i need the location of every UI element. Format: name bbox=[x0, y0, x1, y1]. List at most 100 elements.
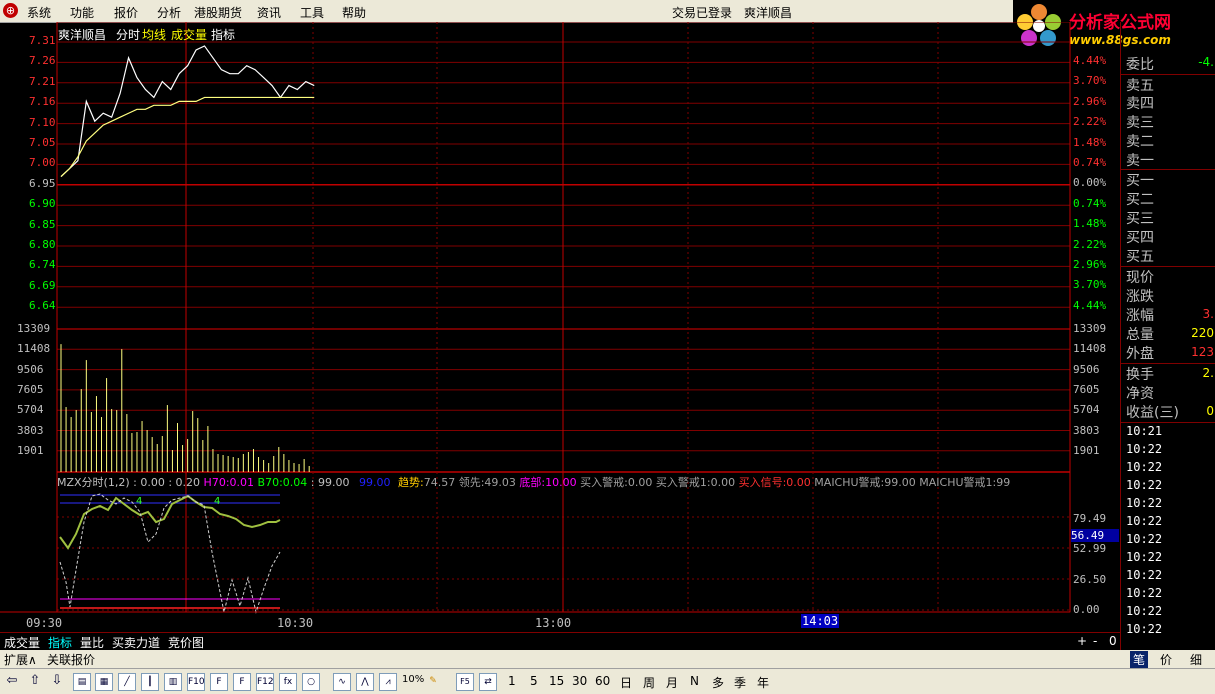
volume-label: 5704 bbox=[17, 403, 44, 417]
menu-item-system[interactable]: 系统 bbox=[27, 4, 51, 21]
tab-buy-sell-force[interactable]: 买卖力道 bbox=[112, 634, 160, 651]
ind-lead-label: 领先: bbox=[458, 476, 485, 489]
period-1min[interactable]: 1 bbox=[508, 674, 516, 688]
arrow-down-icon[interactable]: ⇩ bbox=[49, 673, 65, 689]
tick-time: 10:22 bbox=[1126, 622, 1163, 636]
menu-item-news[interactable]: 资讯 bbox=[257, 4, 281, 21]
tab-detail[interactable]: 细 bbox=[1190, 651, 1202, 668]
period-30min[interactable]: 30 bbox=[572, 674, 587, 688]
candle-icon[interactable]: ┃ bbox=[141, 673, 159, 691]
tab-price[interactable]: 价 bbox=[1160, 651, 1172, 668]
arrow-left-icon[interactable]: ⇦ bbox=[4, 673, 20, 689]
price-line bbox=[60, 45, 315, 178]
indicator-legend: MZX分时(1,2) : 0.00 : 0.20 H70:0.01 B70:0.… bbox=[57, 474, 1010, 490]
app-icon[interactable]: ⊕ bbox=[3, 3, 18, 18]
pct-label: 1.48% bbox=[1073, 135, 1107, 149]
ind-buy-signal-label: 买入信号: bbox=[738, 476, 787, 489]
period-n[interactable]: N bbox=[690, 674, 699, 688]
toolbar: ⇦ ⇧ ⇩ ▤ ▦ ╱ ┃ ▥ F10 F F F12 fx ○ ∿ ⋀ ⩘ 1… bbox=[0, 668, 1215, 694]
f12-icon[interactable]: F12 bbox=[256, 673, 274, 691]
ind-bottom: 10.00 bbox=[545, 476, 577, 489]
stock-name: 爽洋顺昌 bbox=[744, 6, 793, 20]
tab-trades[interactable]: 笔 bbox=[1130, 651, 1149, 668]
menu-item-help[interactable]: 帮助 bbox=[342, 4, 366, 21]
tick-time: 10:22 bbox=[1126, 442, 1163, 456]
tick-time: 10:21 bbox=[1126, 424, 1163, 438]
menu-item-function[interactable]: 功能 bbox=[70, 4, 94, 21]
ind-name: MZX分时(1,2) bbox=[57, 476, 130, 489]
price-label: 7.26 bbox=[29, 54, 56, 68]
sell-4: 卖四 bbox=[1126, 96, 1154, 112]
menu-item-analysis[interactable]: 分析 bbox=[157, 4, 181, 21]
period-15min[interactable]: 15 bbox=[549, 674, 564, 688]
tab-volume-bottom[interactable]: 成交量 bbox=[4, 634, 40, 651]
line-chart-icon[interactable]: ╱ bbox=[118, 673, 136, 691]
intraday-chart[interactable]: 44 bbox=[0, 22, 1120, 632]
period-5min[interactable]: 5 bbox=[530, 674, 538, 688]
pencil-icon[interactable]: ✎ bbox=[425, 673, 441, 689]
stat-netasset-label: 净资 bbox=[1126, 386, 1154, 402]
ind-v3: : 99.00 bbox=[310, 476, 350, 489]
stat-eps-value: 0 bbox=[1206, 404, 1214, 418]
period-quarter[interactable]: 季 bbox=[734, 674, 746, 691]
tab-volume[interactable]: 成交量 bbox=[171, 26, 207, 43]
period-month[interactable]: 月 bbox=[666, 674, 678, 691]
period-year[interactable]: 年 bbox=[757, 674, 769, 691]
bookmark-icon[interactable]: ▤ bbox=[73, 673, 91, 691]
expand-button[interactable]: 扩展∧ bbox=[4, 651, 37, 668]
mountain-icon[interactable]: ⋀ bbox=[356, 673, 374, 691]
quote-panel: 委比 -4. 卖五 卖四 卖三 卖二 卖一 买一 买二 买三 买四 买五 现价 … bbox=[1120, 22, 1215, 650]
volume-label: 3803 bbox=[17, 423, 44, 437]
bar-chart-icon[interactable]: ▥ bbox=[164, 673, 182, 691]
zoom-in-button[interactable]: + bbox=[1077, 634, 1087, 648]
volume-label: 3803 bbox=[1073, 423, 1100, 437]
ind-b70-label: B70: bbox=[257, 476, 283, 489]
zoom-out-button[interactable]: - bbox=[1093, 634, 1097, 648]
f10-icon[interactable]: F10 bbox=[187, 673, 205, 691]
switch-icon[interactable]: ⇄ bbox=[479, 673, 497, 691]
related-quote-tab[interactable]: 关联报价 bbox=[47, 651, 95, 668]
price-label: 7.21 bbox=[29, 74, 56, 88]
tab-average[interactable]: 均线 bbox=[142, 26, 166, 43]
price-label: 6.95 bbox=[29, 176, 56, 190]
formula-icon[interactable]: fx bbox=[279, 673, 297, 691]
wave-icon[interactable]: ∿ bbox=[333, 673, 351, 691]
menu-item-hk-futures[interactable]: 港股期货 bbox=[194, 4, 242, 21]
buy-2: 买二 bbox=[1126, 192, 1154, 208]
buy-5: 买五 bbox=[1126, 249, 1154, 265]
time-label-1300: 13:00 bbox=[535, 616, 572, 630]
period-multi[interactable]: 多 bbox=[712, 674, 724, 691]
chart-stock-name: 爽洋顺昌 bbox=[58, 28, 107, 42]
price-label: 6.64 bbox=[29, 299, 56, 313]
pct-label: 1.48% bbox=[1073, 217, 1107, 231]
stat-turnover-value: 2. bbox=[1202, 366, 1214, 380]
sell-2: 卖二 bbox=[1126, 134, 1154, 150]
bottom-tab-bar: 成交量 指标 量比 买卖力道 竞价图 + - 0 bbox=[0, 632, 1120, 651]
tab-indicator[interactable]: 指标 bbox=[211, 26, 235, 43]
period-day[interactable]: 日 bbox=[620, 674, 632, 691]
period-week[interactable]: 周 bbox=[643, 674, 655, 691]
arrow-up-icon[interactable]: ⇧ bbox=[27, 673, 43, 689]
ind-buy-warn: 0.00 bbox=[627, 476, 653, 489]
zoom-percent[interactable]: 10% bbox=[402, 674, 424, 685]
ind-trend: 74.57 bbox=[423, 476, 456, 489]
option-icon[interactable]: ○ bbox=[302, 673, 320, 691]
ind-maichu1-label: MAICHU警戒1: bbox=[919, 476, 997, 489]
tick-time: 10:22 bbox=[1126, 586, 1163, 600]
price-label: 6.74 bbox=[29, 258, 56, 272]
zoom-reset-button[interactable]: 0 bbox=[1109, 634, 1117, 648]
f10-detail-icon[interactable]: F bbox=[210, 673, 228, 691]
report-icon[interactable]: F bbox=[233, 673, 251, 691]
tab-volume-ratio[interactable]: 量比 bbox=[80, 634, 104, 651]
volume-label: 1901 bbox=[1073, 443, 1100, 457]
login-status: 交易已登录 bbox=[672, 6, 733, 20]
tab-intraday[interactable]: 分时 bbox=[116, 26, 140, 43]
grid-icon[interactable]: ▦ bbox=[95, 673, 113, 691]
period-60min[interactable]: 60 bbox=[595, 674, 610, 688]
tab-auction[interactable]: 竞价图 bbox=[168, 634, 204, 651]
kline-icon[interactable]: ⩘ bbox=[379, 673, 397, 691]
menu-item-tools[interactable]: 工具 bbox=[300, 4, 324, 21]
menu-item-quote[interactable]: 报价 bbox=[114, 4, 138, 21]
tab-indicator-bottom[interactable]: 指标 bbox=[48, 634, 72, 651]
f5-button[interactable]: F5 bbox=[456, 673, 474, 691]
